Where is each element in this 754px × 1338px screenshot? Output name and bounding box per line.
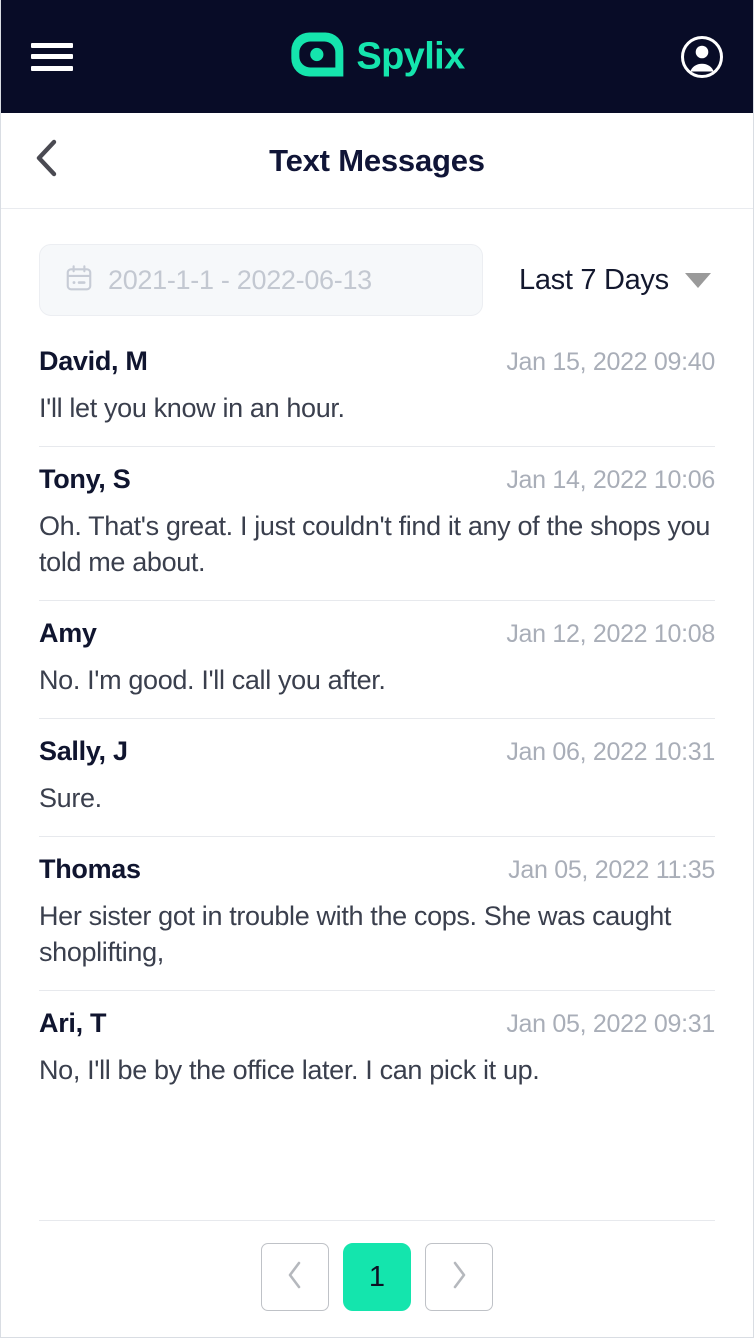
pagination: 1 [39,1243,715,1311]
message-header: Ari, T Jan 05, 2022 09:31 [39,1008,715,1039]
message-contact-name: Thomas [39,853,141,884]
caret-down-icon [684,272,711,288]
brand-logo[interactable]: Spylix [289,30,465,83]
message-contact-name: Tony, S [39,463,131,494]
message-text: No, I'll be by the office later. I can p… [39,1055,540,1086]
message-text: No. I'm good. I'll call you after. [39,665,386,696]
message-timestamp: Jan 12, 2022 10:08 [506,620,715,649]
message-timestamp: Jan 05, 2022 09:31 [506,1010,715,1039]
message-text: Oh. That's great. I just couldn't find i… [39,510,711,578]
message-contact-name: Amy [39,618,97,649]
message-header: David, M Jan 15, 2022 09:40 [39,346,715,377]
pagination-next-button[interactable] [425,1243,493,1311]
brand-name: Spylix [356,35,465,78]
message-header: Amy Jan 12, 2022 10:08 [39,618,715,649]
message-text: I'll let you know in an hour. [39,393,345,423]
date-range-placeholder: 2021-1-1 - 2022-06-13 [108,264,372,295]
time-range-selected-value: Last 7 Days [519,263,669,296]
message-timestamp: Jan 15, 2022 09:40 [506,348,715,376]
page-title-bar: Text Messages [1,113,753,209]
message-contact-name: David, M [39,346,148,376]
message-list-item[interactable]: Tony, S Jan 14, 2022 10:06 Oh. That's gr… [39,445,715,600]
pagination-prev-button[interactable] [261,1243,329,1311]
message-text: Sure. [39,782,102,813]
message-list-item[interactable]: Thomas Jan 05, 2022 11:35 Her sister got… [39,835,715,990]
date-range-input[interactable]: 2021-1-1 - 2022-06-13 [39,244,483,316]
spylix-text-messages-screen: Spylix Text Messages 2021-1-1 - 2022-06-… [0,0,754,1338]
pagination-container: 1 [39,1220,715,1337]
pagination-page-1-button[interactable]: 1 [343,1243,411,1311]
message-list-item[interactable]: Sally, J Jan 06, 2022 10:31 Sure. [39,717,715,836]
message-list: David, M Jan 15, 2022 09:40 I'll let you… [1,338,753,1220]
message-header: Tony, S Jan 14, 2022 10:06 [39,464,715,495]
message-text: Her sister got in trouble with the cops.… [39,900,672,968]
time-range-dropdown[interactable]: Last 7 Days [519,264,711,297]
top-navigation-bar: Spylix [1,0,753,113]
calendar-icon [64,263,94,298]
message-timestamp: Jan 14, 2022 10:06 [506,465,715,494]
spylix-eye-logo-icon [289,30,345,83]
hamburger-bar-2 [31,54,73,59]
filter-bar: 2021-1-1 - 2022-06-13 Last 7 Days [1,209,753,338]
hamburger-bar-3 [31,65,73,71]
message-timestamp: Jan 05, 2022 11:35 [508,855,715,884]
hamburger-menu-icon[interactable] [31,40,73,74]
chevron-right-icon [450,1260,468,1295]
message-contact-name: Sally, J [39,735,128,766]
hamburger-bar-1 [31,42,73,48]
user-account-icon[interactable] [679,34,725,80]
message-contact-name: Ari, T [39,1008,107,1039]
message-list-item[interactable]: Ari, T Jan 05, 2022 09:31 No, I'll be by… [39,990,715,1108]
back-button[interactable] [27,139,67,183]
chevron-left-icon [286,1260,304,1295]
message-header: Thomas Jan 05, 2022 11:35 [39,854,715,885]
message-timestamp: Jan 06, 2022 10:31 [506,737,715,766]
message-list-item[interactable]: David, M Jan 15, 2022 09:40 I'll let you… [39,338,715,446]
page-title: Text Messages [269,142,485,178]
message-list-item[interactable]: Amy Jan 12, 2022 10:08 No. I'm good. I'l… [39,600,715,718]
chevron-left-icon [34,138,60,183]
message-header: Sally, J Jan 06, 2022 10:31 [39,736,715,767]
